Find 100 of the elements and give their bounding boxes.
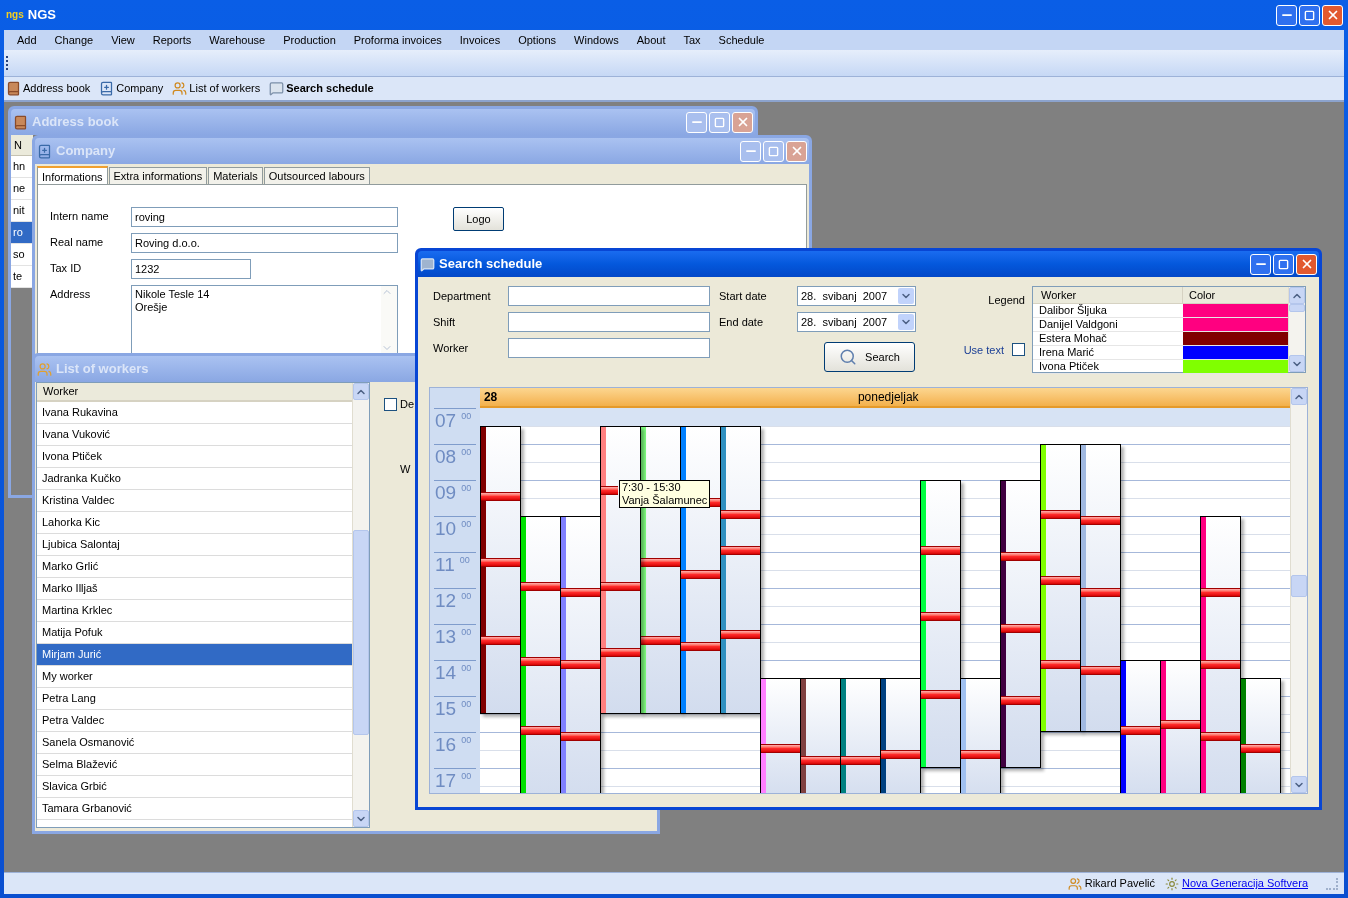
tab[interactable]: Extra informations — [108, 167, 208, 184]
break-marker — [600, 648, 640, 658]
minute-label: 00 — [459, 554, 470, 566]
menu-item[interactable]: Options — [518, 31, 557, 49]
search-button[interactable]: Search — [824, 342, 915, 372]
list-row[interactable]: Petra Valdec — [37, 710, 352, 732]
shift-block[interactable] — [1119, 660, 1161, 793]
column-header[interactable]: N — [11, 135, 33, 156]
list-row[interactable]: Marko Grlić — [37, 556, 352, 578]
minute-label: 00 — [461, 410, 472, 422]
close-button[interactable] — [1322, 4, 1343, 26]
column-header[interactable]: Worker — [37, 383, 352, 402]
list-row[interactable]: Ivana Vuković — [37, 424, 352, 446]
shift-block[interactable] — [919, 480, 961, 768]
scrollbar[interactable] — [1290, 388, 1307, 793]
list-row[interactable]: ro — [11, 222, 33, 244]
shift-block[interactable] — [839, 678, 881, 793]
toolbar-button[interactable]: Search schedule — [269, 80, 374, 97]
menu-item[interactable]: Warehouse — [209, 31, 266, 49]
scroll-down-button[interactable] — [1289, 355, 1305, 372]
list-row[interactable]: Lahorka Kic — [37, 512, 352, 534]
toolbar-button[interactable]: Address book — [6, 80, 91, 97]
menu-item[interactable]: Tax — [683, 31, 701, 49]
list-row[interactable]: Tamara Grbanović — [37, 798, 352, 820]
scroll-up-button[interactable] — [353, 383, 369, 400]
shift-block[interactable] — [519, 516, 561, 793]
toolbar-button[interactable]: List of workers — [172, 80, 261, 97]
tab[interactable]: Materials — [208, 167, 263, 184]
column-header[interactable]: Worker — [1033, 287, 1183, 303]
menu-item[interactable]: Windows — [574, 31, 619, 49]
minimize-button[interactable] — [1276, 4, 1297, 26]
shift-block[interactable] — [799, 678, 841, 793]
link[interactable]: Nova Generacija Softvera — [1182, 875, 1308, 892]
scroll-thumb[interactable] — [1289, 304, 1305, 312]
list-row[interactable]: Ivana Rukavina — [37, 402, 352, 424]
scroll-thumb[interactable] — [353, 530, 369, 735]
input-field[interactable] — [508, 338, 710, 358]
list-row[interactable]: Ljubica Salontaj — [37, 534, 352, 556]
logo-button[interactable]: Logo — [453, 207, 504, 231]
shift-block[interactable] — [1039, 444, 1081, 732]
dropdown-button[interactable] — [898, 314, 914, 330]
date-picker[interactable]: 28. svibanj 2007 — [797, 312, 916, 332]
scrollbar[interactable] — [352, 383, 369, 827]
input-field[interactable]: roving — [131, 207, 398, 227]
dropdown-button[interactable] — [898, 288, 914, 304]
maximize-button[interactable] — [1273, 253, 1294, 275]
list-row[interactable]: Sanela Osmanović — [37, 732, 352, 754]
scroll-up-button[interactable] — [1289, 287, 1305, 304]
resize-grip[interactable] — [1326, 877, 1338, 890]
shift-block[interactable] — [1199, 516, 1241, 793]
checkbox[interactable] — [1012, 343, 1025, 357]
menu-item[interactable]: View — [111, 31, 135, 49]
menu-item[interactable]: About — [636, 31, 666, 49]
menu-item[interactable]: Production — [283, 31, 336, 49]
input-field[interactable] — [508, 312, 710, 332]
shift-block[interactable] — [999, 480, 1041, 768]
list-row[interactable]: Kristina Valdec — [37, 490, 352, 512]
shift-block[interactable] — [959, 678, 1001, 793]
shift-block[interactable] — [1079, 444, 1121, 732]
window-title: List of workers — [56, 360, 149, 379]
list-row[interactable]: Marko Illjaš — [37, 578, 352, 600]
tab[interactable]: Informations — [37, 166, 108, 184]
list-row[interactable]: My worker — [37, 666, 352, 688]
scroll-up-button[interactable] — [1291, 388, 1307, 405]
list-row[interactable]: Mirjam Jurić — [37, 644, 352, 666]
shift-block[interactable] — [719, 426, 761, 714]
list-row[interactable]: Selma Blažević — [37, 754, 352, 776]
input-field[interactable]: Roving d.o.o. — [131, 233, 398, 253]
toolbar-button[interactable]: Company — [99, 80, 164, 97]
tab[interactable]: Outsourced labours — [263, 167, 370, 184]
shift-block[interactable] — [1159, 660, 1201, 793]
column-header[interactable]: Color — [1183, 287, 1288, 303]
checkbox[interactable] — [384, 397, 397, 411]
maximize-button[interactable] — [1299, 4, 1320, 26]
list-row[interactable]: Petra Lang — [37, 688, 352, 710]
list-row[interactable]: Slavica Grbić — [37, 776, 352, 798]
shift-block[interactable] — [879, 678, 921, 793]
scroll-down-button[interactable] — [353, 810, 369, 827]
input-field[interactable]: 1232 — [131, 259, 251, 279]
scrollbar[interactable] — [1288, 287, 1305, 372]
input-field[interactable] — [508, 286, 710, 306]
menu-item[interactable]: Schedule — [718, 31, 765, 49]
menu-item[interactable]: Change — [54, 31, 94, 49]
menu-item[interactable]: Add — [17, 31, 37, 49]
menu-item[interactable]: Invoices — [459, 31, 501, 49]
scroll-thumb[interactable] — [1291, 575, 1307, 597]
date-picker[interactable]: 28. svibanj 2007 — [797, 286, 916, 306]
close-button[interactable] — [1296, 253, 1317, 275]
book-plus-icon — [99, 81, 115, 96]
shift-block[interactable] — [559, 516, 601, 793]
list-row[interactable]: Martina Krklec — [37, 600, 352, 622]
shift-block[interactable] — [1239, 678, 1281, 793]
minimize-button[interactable] — [1250, 253, 1271, 275]
menu-item[interactable]: Reports — [152, 31, 192, 49]
list-row[interactable]: Jadranka Kučko — [37, 468, 352, 490]
shift-block[interactable] — [759, 678, 801, 793]
list-row[interactable]: Ivona Ptiček — [37, 446, 352, 468]
menu-item[interactable]: Proforma invoices — [353, 31, 442, 49]
scroll-down-button[interactable] — [1291, 776, 1307, 793]
shift-block[interactable] — [479, 426, 521, 714]
